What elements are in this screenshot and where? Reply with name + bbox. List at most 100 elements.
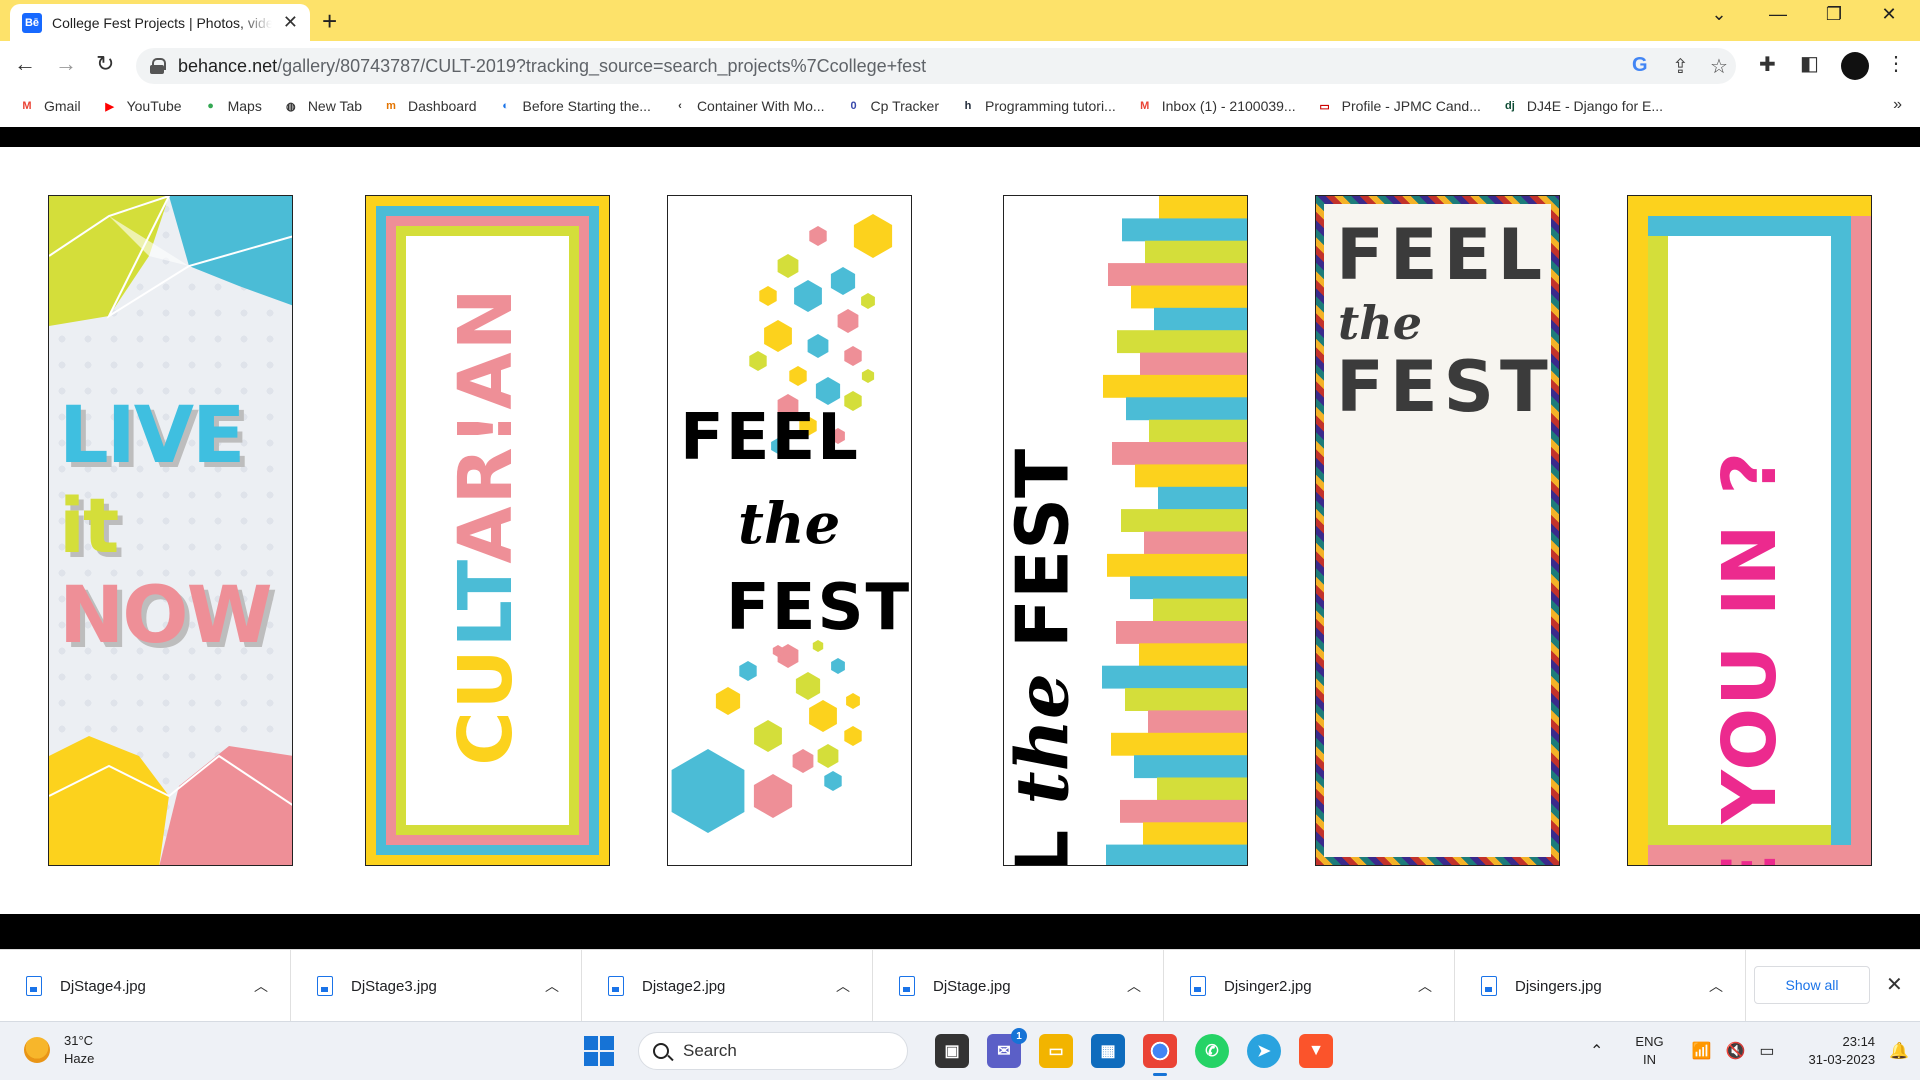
- close-window-button[interactable]: ✕: [1869, 4, 1909, 25]
- tab-close-icon[interactable]: ✕: [283, 12, 298, 33]
- chevron-up-icon[interactable]: ︿: [1418, 976, 1432, 996]
- chevron-up-icon[interactable]: ︿: [836, 976, 850, 996]
- chevron-up-icon[interactable]: ︿: [1709, 976, 1723, 996]
- chevron-up-icon[interactable]: ︿: [1127, 976, 1141, 996]
- reload-icon[interactable]: ↻: [96, 51, 114, 77]
- microsoft-store-icon[interactable]: ▦: [1091, 1034, 1125, 1068]
- chevron-up-icon[interactable]: ︿: [254, 976, 268, 996]
- bookmark-5[interactable]: ◐ Before Starting the...: [497, 97, 651, 115]
- tab-behance[interactable]: Bē College Fest Projects | Photos, video…: [10, 4, 310, 41]
- task-view-icon[interactable]: ▣: [935, 1034, 969, 1068]
- download-filename: Djsinger2.jpg: [1224, 977, 1312, 995]
- tab-search-chevron-icon[interactable]: ⌄: [1699, 4, 1739, 25]
- new-tab-button[interactable]: +: [322, 6, 337, 37]
- weather-widget[interactable]: 31°C Haze: [24, 1032, 94, 1068]
- download-filename: DjStage4.jpg: [60, 977, 146, 995]
- more-menu-icon[interactable]: ⋮: [1886, 51, 1906, 76]
- banner2-word: CULTAR!AN: [443, 286, 529, 766]
- windows-start-icon[interactable]: [584, 1036, 614, 1066]
- browser-toolbar: ← → ↻ behance.net/gallery/80743787/CULT-…: [0, 41, 1920, 91]
- language-indicator[interactable]: ENG IN: [1635, 1033, 1663, 1069]
- bookmark-0[interactable]: M Gmail: [18, 97, 81, 115]
- project-image-gallery: LIVE it NOW CULTAR!AN FEEL the FEST FEEL…: [0, 147, 1920, 914]
- extensions-puzzle-icon[interactable]: ✚: [1759, 52, 1776, 77]
- download-item[interactable]: DjStage3.jpg ︿: [291, 950, 582, 1022]
- page-top-band: [0, 127, 1920, 147]
- teams-chat-icon[interactable]: ✉ 1: [987, 1028, 1027, 1068]
- bookmark-label: Programming tutori...: [985, 98, 1116, 114]
- weather-condition: Haze: [64, 1051, 95, 1066]
- bookmark-label: Dashboard: [408, 98, 477, 114]
- url-text[interactable]: behance.net/gallery/80743787/CULT-2019?t…: [178, 56, 926, 77]
- lock-icon[interactable]: [150, 58, 166, 74]
- back-arrow-icon[interactable]: ←: [14, 51, 36, 77]
- profile-avatar[interactable]: [1841, 52, 1869, 80]
- banner-cultarian[interactable]: CULTAR!AN: [365, 195, 610, 866]
- telegram-icon[interactable]: ➤: [1247, 1034, 1281, 1068]
- whatsapp-icon[interactable]: ✆: [1195, 1034, 1229, 1068]
- forward-arrow-icon[interactable]: →: [55, 51, 77, 77]
- bookmarks-overflow-icon[interactable]: »: [1893, 96, 1902, 114]
- gmail-icon: M: [1140, 100, 1150, 112]
- download-item[interactable]: DjStage.jpg ︿: [873, 950, 1164, 1022]
- bookmark-10[interactable]: ▭ Profile - JPMC Cand...: [1316, 97, 1480, 115]
- banner4-word: FEEL the FEST: [1003, 448, 1085, 865]
- chevron-up-icon[interactable]: ︿: [545, 976, 559, 996]
- weather-temperature: 31°C: [64, 1033, 94, 1048]
- show-hidden-icons-chevron-icon[interactable]: ⌃: [1590, 1041, 1603, 1061]
- globe-icon: ◍: [286, 100, 296, 113]
- google-lens-icon[interactable]: G: [1632, 54, 1648, 77]
- bookmark-label: YouTube: [126, 98, 182, 114]
- clock[interactable]: 23:14 31-03-2023: [1809, 1033, 1876, 1069]
- bookmark-3[interactable]: ◍ New Tab: [282, 97, 362, 115]
- banner5-line2: the: [1338, 296, 1422, 350]
- banner3-line3: FEST: [726, 571, 912, 645]
- minimize-button[interactable]: —: [1758, 4, 1798, 25]
- cptracker-icon: 0: [850, 100, 857, 112]
- image-file-icon: [608, 976, 624, 996]
- download-item[interactable]: DjStage4.jpg ︿: [0, 950, 291, 1022]
- download-item[interactable]: Djsinger2.jpg ︿: [1164, 950, 1455, 1022]
- bookmark-star-icon[interactable]: ☆: [1710, 54, 1728, 79]
- taskbar-search-box[interactable]: Search: [638, 1032, 908, 1070]
- bookmark-label: DJ4E - Django for E...: [1526, 98, 1664, 114]
- brave-icon[interactable]: ▼: [1299, 1034, 1333, 1068]
- banner3-line2: the: [738, 491, 841, 557]
- image-file-icon: [317, 976, 333, 996]
- bookmark-label: Inbox (1) - 2100039...: [1161, 98, 1296, 114]
- gmail-icon: M: [22, 100, 32, 112]
- bookmark-8[interactable]: h Programming tutori...: [959, 97, 1116, 115]
- notification-bell-icon[interactable]: 🔔: [1889, 1041, 1909, 1061]
- download-item[interactable]: Djstage2.jpg ︿: [582, 950, 873, 1022]
- share-icon[interactable]: ⇪: [1672, 54, 1689, 79]
- bookmark-11[interactable]: dj DJ4E - Django for E...: [1501, 97, 1663, 115]
- show-all-button[interactable]: Show all: [1754, 966, 1870, 1004]
- bookmark-1[interactable]: ▶ YouTube: [101, 97, 182, 115]
- restore-button[interactable]: ❐: [1814, 4, 1854, 25]
- search-icon: [653, 1043, 669, 1059]
- side-panel-icon[interactable]: ◧: [1800, 51, 1819, 76]
- banner-feel-the-fest-dots[interactable]: FEEL the FEST: [667, 195, 912, 866]
- behance-favicon-icon: Bē: [22, 12, 42, 33]
- close-shelf-icon[interactable]: ✕: [1886, 972, 1903, 997]
- file-explorer-icon[interactable]: ▭: [1039, 1034, 1073, 1068]
- wifi-icon[interactable]: 📶: [1692, 1041, 1712, 1061]
- speaker-muted-icon[interactable]: 🔇: [1726, 1041, 1746, 1061]
- bookmark-4[interactable]: m Dashboard: [382, 97, 477, 115]
- battery-icon[interactable]: ▭: [1759, 1041, 1774, 1061]
- banner5-line3: FEST: [1336, 346, 1554, 428]
- bookmark-7[interactable]: 0 Cp Tracker: [845, 97, 939, 115]
- bookmark-2[interactable]: ● Maps: [202, 97, 262, 115]
- download-filename: Djstage2.jpg: [642, 977, 726, 995]
- chrome-icon[interactable]: [1143, 1034, 1177, 1076]
- image-file-icon: [1481, 976, 1497, 996]
- banner-feel-the-fest-stripes[interactable]: FEEL the FEST: [1003, 195, 1248, 866]
- address-bar[interactable]: behance.net/gallery/80743787/CULT-2019?t…: [136, 48, 1736, 84]
- banner-live-it-now[interactable]: LIVE it NOW: [48, 195, 293, 866]
- download-item[interactable]: Djsingers.jpg ︿: [1455, 950, 1746, 1022]
- banner-are-you-in[interactable]: ARE YOU IN ?: [1627, 195, 1872, 866]
- bookmark-9[interactable]: M Inbox (1) - 2100039...: [1136, 97, 1296, 115]
- bookmark-label: Gmail: [44, 98, 81, 114]
- banner-feel-the-fest-photos[interactable]: FEEL the FEST: [1315, 195, 1560, 866]
- bookmark-6[interactable]: ‹ Container With Mo...: [671, 97, 824, 115]
